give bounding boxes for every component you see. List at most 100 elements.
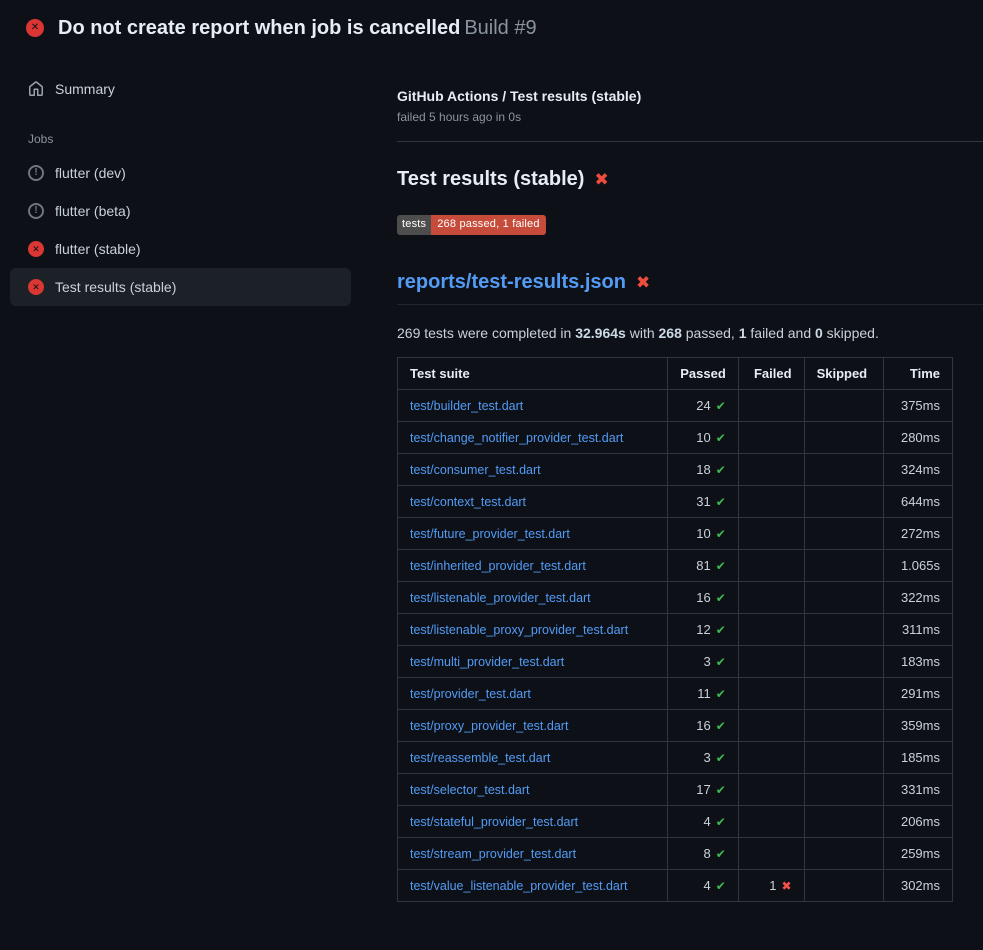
skipped-cell [804, 454, 884, 486]
passed-cell: 24✔ [668, 390, 739, 422]
report-link[interactable]: reports/test-results.json [397, 271, 626, 294]
passed-count: 10 [696, 430, 710, 445]
passed-count: 11 [697, 686, 711, 701]
time-cell: 272ms [884, 518, 953, 550]
passed-cell: 11 ✔ [668, 678, 739, 710]
suite-cell: test/selector_test.dart [398, 774, 668, 806]
test-suite-link[interactable]: test/future_provider_test.dart [410, 527, 570, 541]
skipped-cell [804, 838, 884, 870]
summary-label: Summary [55, 81, 115, 97]
passed-count: 16 [696, 718, 710, 733]
page-layout: Summary Jobs ! flutter (dev) ! flutter (… [0, 54, 983, 926]
check-icon: ✔ [716, 719, 726, 733]
time-cell: 644ms [884, 486, 953, 518]
failed-icon: ✕ [28, 279, 44, 295]
check-title-text: Test results (stable) [397, 168, 584, 191]
test-suite-link[interactable]: test/provider_test.dart [410, 687, 531, 701]
passed-cell: 10✔ [668, 422, 739, 454]
suite-cell: test/stateful_provider_test.dart [398, 806, 668, 838]
skipped-cell [804, 518, 884, 550]
suite-cell: test/proxy_provider_test.dart [398, 710, 668, 742]
sidebar-item-summary[interactable]: Summary [10, 70, 351, 108]
suite-cell: test/consumer_test.dart [398, 454, 668, 486]
table-row: test/stateful_provider_test.dart 4 ✔ 206m… [398, 806, 953, 838]
suite-cell: test/builder_test.dart [398, 390, 668, 422]
time-cell: 185ms [884, 742, 953, 774]
time-cell: 375ms [884, 390, 953, 422]
test-suite-link[interactable]: test/value_listenable_provider_test.dart [410, 879, 628, 893]
page-header: ✕ Do not create report when job is cance… [0, 0, 983, 54]
passed-count: 8 [703, 846, 710, 861]
test-suite-link[interactable]: test/stateful_provider_test.dart [410, 815, 578, 829]
test-suite-link[interactable]: test/multi_provider_test.dart [410, 655, 564, 669]
suite-cell: test/future_provider_test.dart [398, 518, 668, 550]
job-label: flutter (dev) [55, 165, 126, 181]
table-row: test/provider_test.dart 11 ✔ 291ms [398, 678, 953, 710]
main-content: GitHub Actions / Test results (stable) f… [375, 54, 983, 926]
check-icon: ✔ [716, 495, 726, 509]
passed-count: 17 [696, 782, 710, 797]
check-icon: ✔ [716, 879, 726, 893]
test-suite-link[interactable]: test/consumer_test.dart [410, 463, 541, 477]
table-row: test/inherited_provider_test.dart 81✔ 1.… [398, 550, 953, 582]
header-passed: Passed [668, 358, 739, 390]
passed-cell: 8✔ [668, 838, 739, 870]
passed-cell: 12✔ [668, 614, 739, 646]
failed-cell [738, 422, 804, 454]
test-suite-link[interactable]: test/inherited_provider_test.dart [410, 559, 586, 573]
job-label: Test results (stable) [55, 279, 176, 295]
failed-cell [738, 678, 804, 710]
sidebar-item-test-results-stable[interactable]: ✕ Test results (stable) [10, 268, 351, 306]
header-time: Time [884, 358, 953, 390]
badge-value: 268 passed, 1 failed [431, 215, 545, 235]
passed-cell: 81 ✔ [668, 550, 739, 582]
tests-badge: tests 268 passed, 1 failed [397, 215, 546, 235]
status-line: failed 5 hours ago in 0s [397, 110, 953, 124]
check-icon: ✔ [716, 687, 726, 701]
sidebar-item-flutter-stable[interactable]: ✕ flutter (stable) [10, 230, 351, 268]
failed-status-icon: ✕ [26, 19, 44, 37]
passed-count: 4 [703, 814, 710, 829]
passed-count: 81 [696, 558, 710, 573]
test-suite-link[interactable]: test/change_notifier_provider_test.dart [410, 431, 623, 445]
skipped-cell [804, 678, 884, 710]
passed-count: 24 [696, 398, 710, 413]
time-cell: 206ms [884, 806, 953, 838]
time-cell: 291ms [884, 678, 953, 710]
failed-cell [738, 518, 804, 550]
time-cell: 311ms [884, 614, 953, 646]
failed-cell [738, 486, 804, 518]
test-suite-link[interactable]: test/listenable_provider_test.dart [410, 591, 591, 605]
suite-cell: test/change_notifier_provider_test.dart [398, 422, 668, 454]
skipped-cell [804, 614, 884, 646]
skipped-cell [804, 550, 884, 582]
passed-count: 31 [696, 494, 710, 509]
table-row: test/multi_provider_test.dart 3✔ 183ms [398, 646, 953, 678]
divider [397, 141, 983, 142]
failed-count: 1 [769, 878, 776, 893]
failed-cell [738, 742, 804, 774]
test-suite-link[interactable]: test/proxy_provider_test.dart [410, 719, 568, 733]
test-suite-link[interactable]: test/stream_provider_test.dart [410, 847, 576, 861]
job-label: flutter (beta) [55, 203, 130, 219]
test-table-body: test/builder_test.dart 24✔ 375ms test/ch… [398, 390, 953, 902]
test-suite-link[interactable]: test/listenable_proxy_provider_test.dart [410, 623, 628, 637]
time-cell: 322ms [884, 582, 953, 614]
time-cell: 183ms [884, 646, 953, 678]
check-icon: ✔ [716, 559, 726, 573]
failed-cell [738, 838, 804, 870]
check-icon: ✔ [716, 815, 726, 829]
suite-cell: test/multi_provider_test.dart [398, 646, 668, 678]
check-icon: ✔ [716, 623, 726, 637]
test-suite-link[interactable]: test/reassemble_test.dart [410, 751, 550, 765]
test-suite-link[interactable]: test/selector_test.dart [410, 783, 530, 797]
time-cell: 324ms [884, 454, 953, 486]
sidebar-item-flutter-beta[interactable]: ! flutter (beta) [10, 192, 351, 230]
sidebar-item-flutter-dev[interactable]: ! flutter (dev) [10, 154, 351, 192]
skipped-cell [804, 742, 884, 774]
test-suite-link[interactable]: test/builder_test.dart [410, 399, 523, 413]
suite-cell: test/reassemble_test.dart [398, 742, 668, 774]
test-suite-link[interactable]: test/context_test.dart [410, 495, 526, 509]
failed-x-icon: ✖ [636, 274, 650, 291]
home-icon [28, 81, 44, 97]
